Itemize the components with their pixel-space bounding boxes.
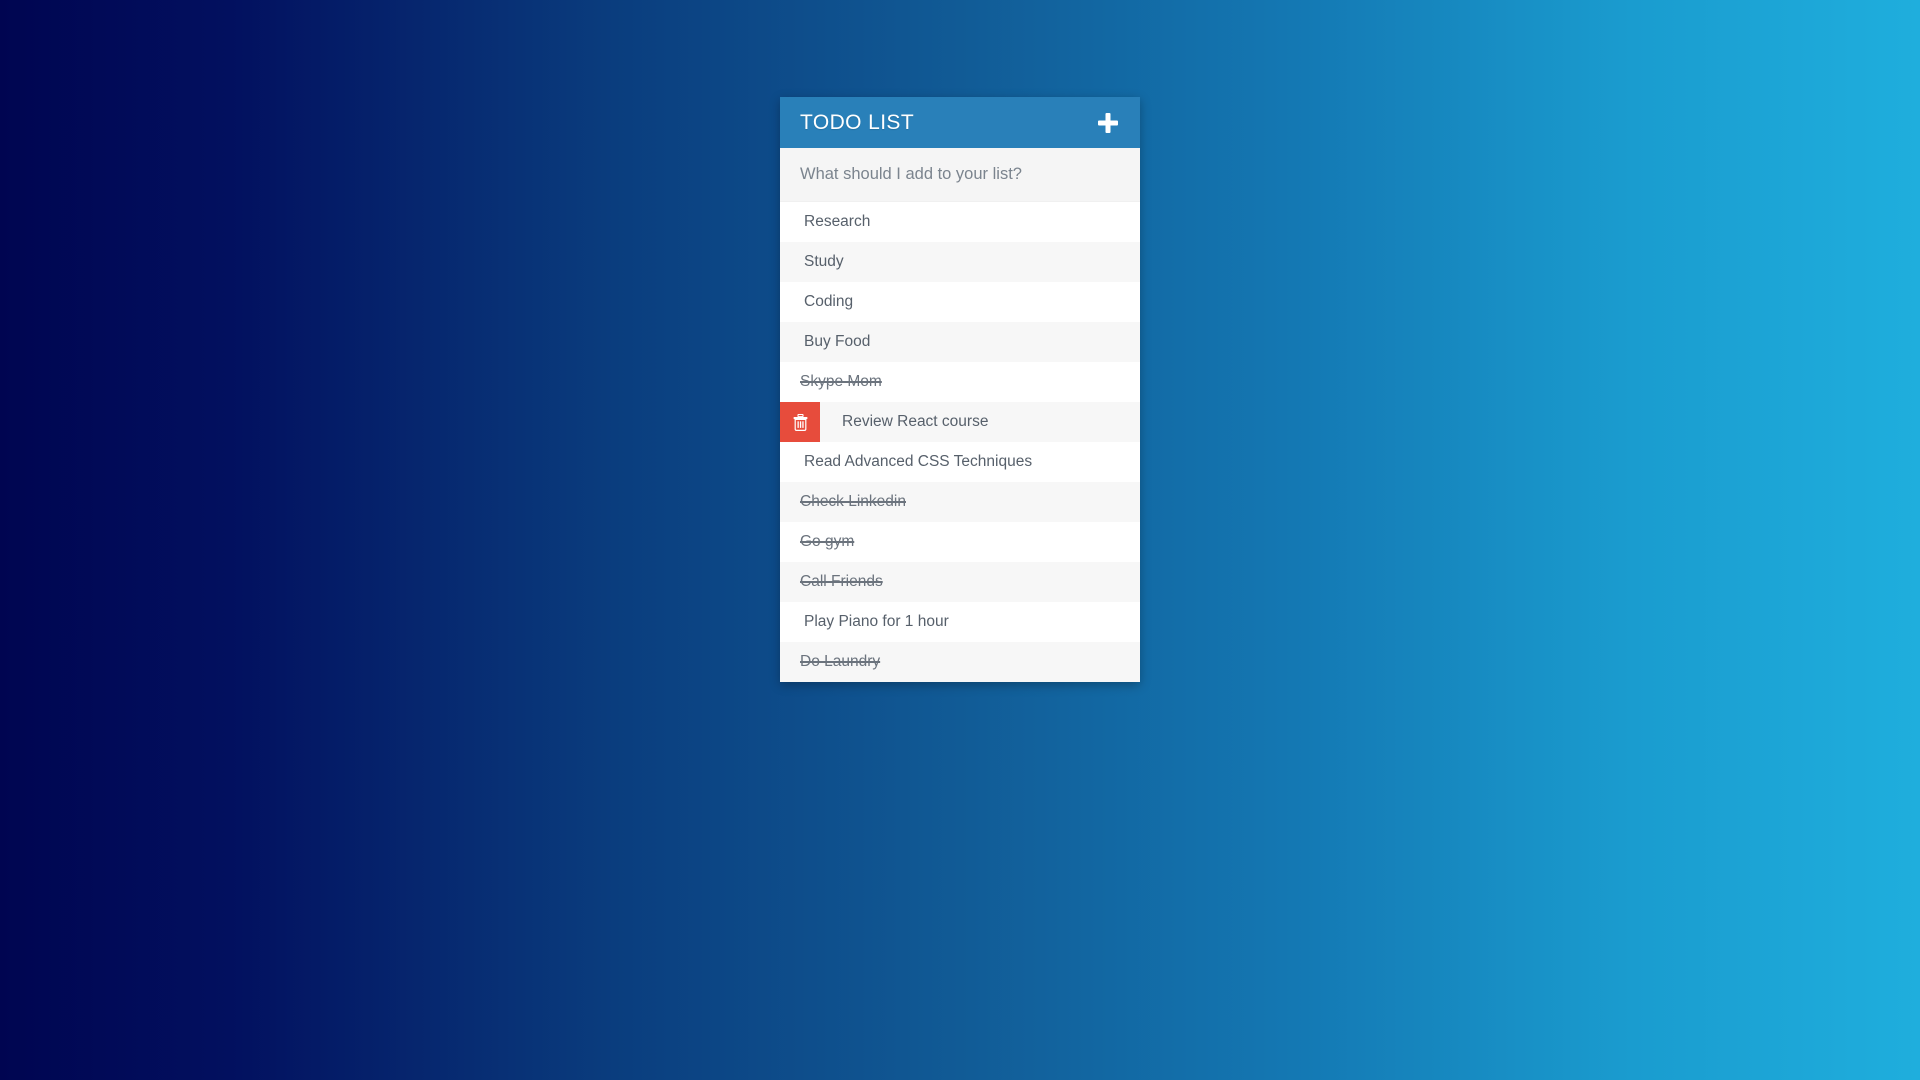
todo-item-label: Go gym <box>800 533 855 551</box>
todo-item[interactable]: Do Laundry <box>780 642 1140 682</box>
todo-item[interactable]: Read Advanced CSS Techniques <box>780 442 1140 482</box>
delete-button[interactable] <box>780 402 820 442</box>
todo-item-label: Play Piano for 1 hour <box>804 613 949 631</box>
todo-item[interactable]: Check Linkedin <box>780 482 1140 522</box>
todo-item[interactable]: Play Piano for 1 hour <box>780 602 1140 642</box>
todo-item-label: Research <box>804 213 871 231</box>
todo-item[interactable]: Go gym <box>780 522 1140 562</box>
todo-item[interactable]: Call Friends <box>780 562 1140 602</box>
trash-icon <box>793 413 808 431</box>
card-header: TODO LIST <box>780 97 1140 148</box>
todo-item-label: Call Friends <box>800 573 883 591</box>
plus-icon[interactable] <box>1095 110 1121 136</box>
todo-item-label: Study <box>804 253 844 271</box>
todo-item-label: Buy Food <box>804 333 871 351</box>
todo-item-label: Skype Mom <box>800 373 882 391</box>
todo-item-label: Review React course <box>842 413 989 431</box>
todo-item[interactable]: Buy Food <box>780 322 1140 362</box>
todo-item[interactable]: Study <box>780 242 1140 282</box>
todo-item[interactable]: Skype Mom <box>780 362 1140 402</box>
todo-item-label: Do Laundry <box>800 653 881 671</box>
todo-item-label: Read Advanced CSS Techniques <box>804 453 1033 471</box>
todo-item[interactable]: Coding <box>780 282 1140 322</box>
todo-card: TODO LIST Research Study Coding Buy Food Sky… <box>780 97 1140 682</box>
todo-input[interactable] <box>800 165 1120 184</box>
todo-item-label: Coding <box>804 293 854 311</box>
page-title: TODO LIST <box>800 111 915 134</box>
todo-item-label: Check Linkedin <box>800 493 906 511</box>
todo-item[interactable]: Review React course <box>780 402 1140 442</box>
todo-list: Research Study Coding Buy Food Skype Mom Revi… <box>780 202 1140 682</box>
new-item-row <box>780 148 1140 202</box>
todo-item[interactable]: Research <box>780 202 1140 242</box>
